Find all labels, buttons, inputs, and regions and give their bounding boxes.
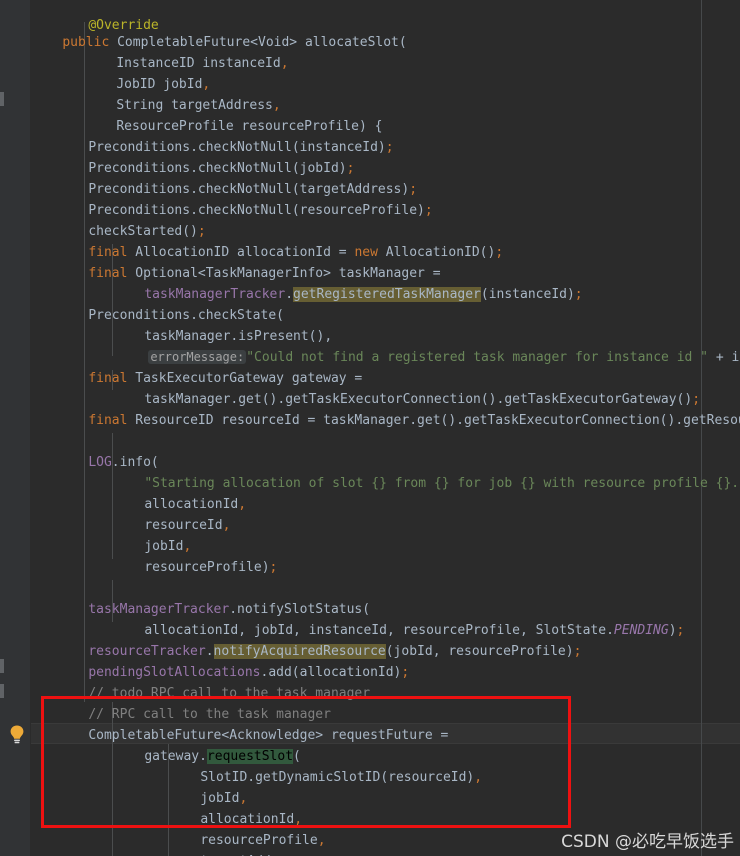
code-token-semicolon: ; — [401, 665, 410, 680]
code-line[interactable]: final ResourceID resourceId = taskManage… — [57, 389, 740, 428]
code-token-comma: , — [317, 833, 326, 848]
code-token-identifier: resourceProfile) — [144, 560, 270, 575]
watermark-text: CSDN @必吃早饭选手 — [561, 832, 734, 852]
code-line[interactable]: gateway.requestSlot( — [113, 725, 301, 764]
code-token-expression: ResourceID resourceId = taskManager.get(… — [127, 413, 740, 428]
code-line[interactable]: resourceTracker.notifyAcquiredResource(j… — [57, 620, 581, 659]
code-line[interactable]: pendingSlotAllocations.add(allocationId)… — [57, 641, 409, 680]
code-line[interactable]: allocationId, — [169, 788, 302, 827]
code-token-method: checkNotNull — [197, 203, 292, 218]
code-token-dot: . — [285, 287, 294, 302]
code-token-semicolon: ; — [676, 623, 685, 638]
code-token-semicolon: ; — [495, 245, 504, 260]
code-line[interactable]: "Starting allocation of slot {} from {} … — [113, 452, 740, 491]
code-line[interactable]: public CompletableFuture<Void> allocateS… — [31, 11, 406, 50]
code-token-param: instanceId — [202, 56, 281, 71]
code-line[interactable]: SlotID.getDynamicSlotID(resourceId), — [169, 746, 482, 785]
code-line[interactable]: // todo RPC call to the task manager — [57, 662, 370, 701]
code-line[interactable]: Preconditions.checkNotNull(jobId); — [57, 137, 354, 176]
code-line[interactable]: String targetAddress, — [85, 74, 280, 113]
code-line[interactable]: InstanceID instanceId, — [85, 32, 288, 71]
code-line[interactable]: resourceId, — [113, 494, 230, 533]
code-line[interactable]: final TaskExecutorGateway gateway = — [57, 347, 362, 386]
gutter-fold-marker[interactable] — [0, 92, 4, 106]
code-line[interactable]: taskManagerTracker.notifySlotStatus( — [57, 578, 370, 617]
code-token-args: (jobId, resourceProfile) — [385, 644, 574, 659]
code-line[interactable]: checkStarted(); — [57, 200, 205, 239]
code-line[interactable]: allocationId, — [113, 473, 246, 512]
code-token-paren: ) — [417, 203, 425, 218]
code-token-comma: , — [280, 56, 289, 71]
code-line[interactable]: errorMessage: "Could not find a registere… — [117, 326, 740, 365]
code-token-constant: PENDING — [613, 623, 669, 638]
code-line[interactable]: resourceProfile, — [169, 809, 325, 848]
code-line[interactable]: jobId, — [169, 767, 247, 806]
code-line[interactable]: jobId, — [113, 515, 191, 554]
code-line[interactable]: taskManagerTracker.getRegisteredTaskMana… — [113, 263, 583, 302]
code-token-paren: ) — [668, 623, 677, 638]
code-token-field: LOG — [88, 455, 112, 470]
lightbulb-icon[interactable] — [8, 724, 26, 746]
code-token-highlighted-method: getRegisteredTaskManager — [293, 287, 481, 302]
gutter-fold-marker[interactable] — [0, 659, 4, 673]
code-token-keyword: final — [88, 413, 128, 428]
code-token-args: (resourceProfile — [291, 203, 418, 218]
code-line[interactable]: CompletableFuture<Acknowledge> requestFu… — [57, 704, 448, 743]
code-token-paren: ) — [377, 140, 386, 155]
code-line[interactable]: LOG.info( — [57, 431, 158, 470]
code-line[interactable]: taskManager.isPresent(), — [113, 305, 332, 344]
code-line[interactable]: Preconditions.checkNotNull(instanceId); — [57, 116, 393, 155]
code-line[interactable]: ResourceProfile resourceProfile) { — [85, 95, 382, 134]
code-token-comma: , — [238, 497, 247, 512]
code-token-semicolon: ; — [573, 644, 582, 659]
code-editor[interactable]: @Override public CompletableFuture<Void>… — [0, 0, 740, 856]
code-line[interactable]: final AllocationID allocationId = new Al… — [57, 221, 503, 260]
code-line[interactable]: // RPC call to the task manager — [57, 683, 331, 722]
code-line[interactable]: allocationId, jobId, instanceId, resourc… — [113, 599, 684, 638]
code-token-concat: + instanceId + — [715, 350, 740, 365]
code-token-punct: ( — [398, 35, 407, 50]
code-line[interactable]: final Optional<TaskManagerInfo> taskMana… — [57, 242, 440, 281]
code-line[interactable]: Preconditions.checkNotNull(resourceProfi… — [57, 179, 432, 218]
code-token-semicolon: ; — [574, 287, 583, 302]
gutter-separator — [30, 0, 31, 856]
code-line[interactable]: JobID jobId, — [85, 53, 210, 92]
gutter-fold-marker[interactable] — [0, 684, 4, 698]
code-token-args: (instanceId) — [480, 287, 575, 302]
code-token-comma: , — [474, 770, 483, 785]
code-line[interactable]: targetAddress, — [169, 830, 310, 856]
code-token-semicolon: ; — [269, 560, 278, 575]
code-line[interactable]: Preconditions.checkState( — [57, 284, 284, 323]
code-line[interactable]: taskManager.get().getTaskExecutorConnect… — [113, 368, 700, 407]
code-line[interactable]: Preconditions.checkNotNull(targetAddress… — [57, 158, 417, 197]
code-token-method-name: allocateSlot — [304, 35, 399, 50]
code-token-comma: , — [222, 518, 231, 533]
code-token-semicolon: ; — [424, 203, 433, 218]
code-line[interactable]: resourceProfile); — [113, 536, 277, 575]
code-token-semicolon: ; — [385, 140, 394, 155]
